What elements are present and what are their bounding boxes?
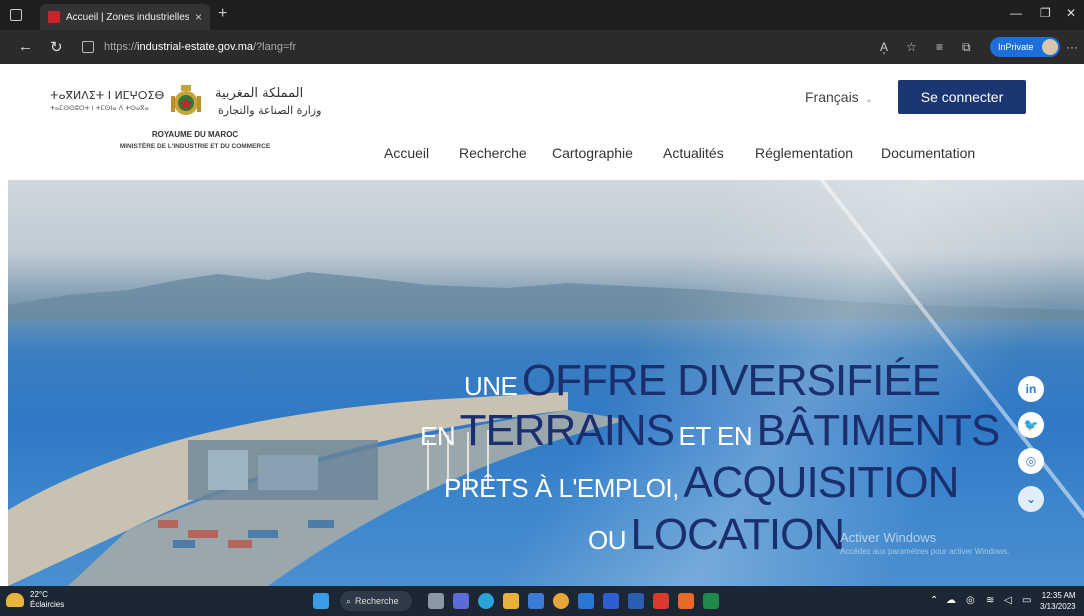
acrobat-icon[interactable] xyxy=(653,593,669,609)
hero-line-4: OU LOCATION xyxy=(588,510,845,560)
hero-line2-big2: BÂTIMENTS xyxy=(756,406,1001,455)
new-tab-button[interactable]: + xyxy=(218,5,227,23)
hero-line2-small1: EN xyxy=(420,421,456,451)
refresh-icon[interactable]: ↻ xyxy=(50,38,63,56)
weather-icon xyxy=(6,593,24,607)
url-prefix: https:// xyxy=(104,41,138,53)
chrome-icon[interactable] xyxy=(553,593,569,609)
lock-icon xyxy=(82,41,94,53)
inprivate-label: InPrivate xyxy=(998,42,1034,52)
royal-emblem-icon xyxy=(171,85,201,115)
logo-arabic-line2: وزارة الصناعة والتجارة xyxy=(218,104,322,117)
search-icon: ⌕ xyxy=(346,595,352,606)
task-view-icon[interactable] xyxy=(428,593,444,609)
nav-reglementation[interactable]: Réglementation xyxy=(755,145,853,161)
logo-tifinagh-line2: ⵜⴰⵎⵙⵙⵓⵔⵜ ⵏ ⵜⵎⵙⵏⴰ ⴷ ⵜⵙⴰⴳⴰ xyxy=(50,104,149,112)
logo-tifinagh-line1: ⵜⴰⴳⵍⴷⵉⵜ ⵏ ⵍⵎⵖⵔⵉⴱ xyxy=(50,89,165,102)
hero-line2-big1: TERRAINS xyxy=(459,406,675,455)
tab-title: Accueil | Zones industrielles Mar xyxy=(66,11,189,23)
hero-line3-big: ACQUISITION xyxy=(683,458,959,507)
inprivate-badge[interactable]: InPrivate xyxy=(990,37,1060,57)
hero-line3-small: PRÊTS À L'EMPLOI, xyxy=(444,473,679,503)
site-header: ⵜⴰⴳⵍⴷⵉⵜ ⵏ ⵍⵎⵖⵔⵉⴱ ⵜⴰⵎⵙⵙⵓⵔⵜ ⵏ ⵜⵎⵙⵏⴰ ⴷ ⵜⵙⴰⴳ… xyxy=(0,64,1084,180)
language-selector[interactable]: Français ⌄ xyxy=(805,89,873,105)
login-button[interactable]: Se connecter xyxy=(898,80,1026,114)
nav-documentation[interactable]: Documentation xyxy=(881,145,975,161)
restore-icon[interactable]: ❐ xyxy=(1040,6,1051,20)
close-window-icon[interactable]: ✕ xyxy=(1066,6,1076,20)
taskbar-clock[interactable]: 12:35 AM 3/13/2023 xyxy=(1040,590,1076,612)
url-path: /?lang=fr xyxy=(253,41,297,53)
wifi-icon[interactable]: ≋ xyxy=(986,595,994,606)
read-aloud-icon[interactable]: A͔ xyxy=(880,40,888,54)
outlook-icon[interactable] xyxy=(578,593,594,609)
browser-tab-bar: Accueil | Zones industrielles Mar × + — … xyxy=(0,0,1084,30)
start-icon[interactable] xyxy=(313,593,329,609)
weather-temperature: 22°C xyxy=(30,590,48,599)
minimize-icon[interactable]: — xyxy=(1010,6,1022,20)
tray-chevron-icon[interactable]: ⌃ xyxy=(930,595,938,606)
scroll-down-icon[interactable]: ⌄ xyxy=(1018,486,1044,512)
activation-watermark-subtitle: Accédez aux paramètres pour activer Wind… xyxy=(840,547,1010,556)
battery-icon[interactable]: ▭ xyxy=(1022,595,1031,606)
browser-address-bar: ← ↻ https://industrial-estate.gov.ma/?la… xyxy=(0,30,1084,64)
site-favicon-icon xyxy=(48,11,60,23)
nav-actualites[interactable]: Actualités xyxy=(663,145,724,161)
edge-icon[interactable] xyxy=(478,593,494,609)
activation-watermark-title: Activer Windows xyxy=(840,530,937,545)
taskbar-search-label: Recherche xyxy=(355,596,399,606)
weather-condition: Éclaircies xyxy=(30,600,65,609)
volume-icon[interactable]: ◁ xyxy=(1004,595,1012,606)
tab-close-icon[interactable]: × xyxy=(195,10,202,24)
language-label: Français xyxy=(805,89,859,105)
instagram-icon[interactable]: ◎ xyxy=(1018,448,1044,474)
dropbox-icon[interactable] xyxy=(603,593,619,609)
browser-tab[interactable]: Accueil | Zones industrielles Mar × xyxy=(40,4,210,30)
hero-line2-small2: ET EN xyxy=(678,421,753,451)
back-arrow-icon[interactable]: ← xyxy=(18,38,33,55)
favorite-star-icon[interactable]: ☆ xyxy=(906,40,917,54)
hero-line-3: PRÊTS À L'EMPLOI, ACQUISITION xyxy=(444,458,959,508)
hero-line4-big: LOCATION xyxy=(630,510,845,559)
collections-icon[interactable]: ⧉ xyxy=(962,40,971,55)
network-icon[interactable]: ◎ xyxy=(966,595,975,606)
hero-line-2: EN TERRAINS ET EN BÂTIMENTS xyxy=(420,406,1001,456)
twitter-icon[interactable]: 🐦 xyxy=(1018,412,1044,438)
url-field[interactable]: https://industrial-estate.gov.ma/?lang=f… xyxy=(82,36,872,58)
chevron-down-icon: ⌄ xyxy=(864,94,874,105)
clock-time: 12:35 AM xyxy=(1041,591,1076,600)
weather-widget[interactable]: 22°C Éclaircies xyxy=(6,590,64,610)
teams-icon[interactable] xyxy=(453,593,469,609)
tab-actions-icon[interactable] xyxy=(10,9,22,21)
hero-banner: UNE OFFRE DIVERSIFIÉE EN TERRAINS ET EN … xyxy=(8,180,1084,586)
linkedin-icon[interactable]: in xyxy=(1018,376,1044,402)
nav-cartographie[interactable]: Cartographie xyxy=(552,145,633,161)
excel-icon[interactable] xyxy=(703,593,719,609)
profile-avatar xyxy=(1042,39,1058,55)
favorites-icon[interactable]: ≡ xyxy=(936,40,943,54)
url-host: industrial-estate.gov.ma xyxy=(137,41,253,53)
file-explorer-icon[interactable] xyxy=(503,593,519,609)
nav-recherche[interactable]: Recherche xyxy=(459,145,527,161)
more-menu-icon[interactable]: ··· xyxy=(1066,40,1078,54)
logo-royaume: ROYAUME DU MAROC xyxy=(151,130,239,139)
hero-line1-big: OFFRE DIVERSIFIÉE xyxy=(521,356,941,405)
taskbar-search[interactable]: ⌕ Recherche xyxy=(340,591,412,611)
windows-taskbar: 22°C Éclaircies ⌕ Recherche ⌃ ☁ ◎ ≋ ◁ ▭ … xyxy=(0,586,1084,616)
nav-accueil[interactable]: Accueil xyxy=(384,145,429,161)
hero-line4-small: OU xyxy=(588,525,627,555)
main-nav: Accueil Recherche Cartographie Actualité… xyxy=(0,145,1084,165)
logo-arabic-line1: المملكة المغربية xyxy=(215,86,304,101)
store-icon[interactable] xyxy=(528,593,544,609)
hero-line-1: UNE OFFRE DIVERSIFIÉE xyxy=(464,356,941,406)
clock-date: 3/13/2023 xyxy=(1040,602,1076,611)
hero-line1-small: UNE xyxy=(464,371,518,401)
photos-icon[interactable] xyxy=(678,593,694,609)
word-icon[interactable] xyxy=(628,593,644,609)
onedrive-icon[interactable]: ☁ xyxy=(946,595,956,606)
